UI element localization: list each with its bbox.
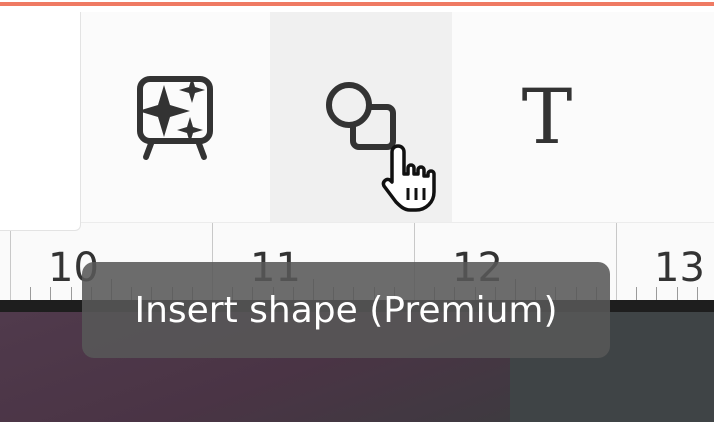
top-accent-bar [0, 0, 714, 12]
tooltip: Insert shape (Premium) [82, 262, 610, 358]
accent-line [0, 2, 714, 6]
left-panel [0, 12, 81, 231]
ruler-tick [636, 287, 638, 301]
tooltip-text: Insert shape (Premium) [134, 289, 558, 331]
text-icon: T [521, 72, 573, 161]
hand-pointer-icon [381, 144, 436, 212]
ruler-tick [656, 287, 658, 301]
magic-media-button[interactable] [80, 12, 270, 222]
ruler-tick [70, 287, 72, 301]
ruler-tick [50, 287, 52, 301]
ruler-tick [10, 223, 11, 301]
text-tool-button[interactable]: T [452, 12, 642, 222]
magic-media-icon [137, 76, 213, 160]
ruler-tick [696, 287, 698, 301]
ruler-label: 13 [654, 245, 705, 291]
ruler-tick [30, 287, 32, 301]
ruler-tick [616, 223, 617, 301]
ruler-tick [676, 287, 678, 301]
